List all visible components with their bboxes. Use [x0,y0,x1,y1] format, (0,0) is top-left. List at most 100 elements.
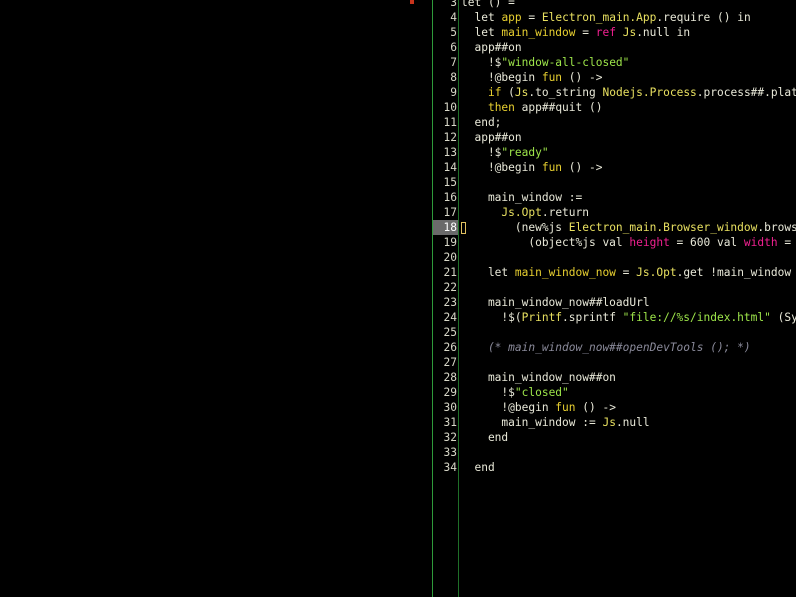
code-text[interactable]: main_window := [458,190,582,205]
code-token: Printf [521,311,563,324]
code-token: = 600 val [669,236,744,249]
code-text[interactable]: !@begin fun () -> [458,160,603,175]
code-token: Electron_main.Browser_window [568,221,758,234]
code-line[interactable]: 14 !@begin fun () -> [433,160,796,175]
code-text[interactable]: Js.Opt.return [458,205,589,220]
code-line[interactable]: 28 main_window_now##on [433,370,796,385]
line-number: 3 [450,0,457,9]
code-line[interactable]: 27 [433,355,796,370]
code-line[interactable]: 13 !$"ready" [433,145,796,160]
code-token: (object%js val [461,236,630,249]
code-line[interactable]: 8 !@begin fun () -> [433,70,796,85]
code-text[interactable]: (* main_window_now##openDevTools (); *) [458,340,751,355]
code-token: .null [615,416,650,429]
code-line[interactable]: 31 main_window := Js.null [433,415,796,430]
line-number: 20 [443,251,457,264]
code-token: main_window_now##on [461,371,616,384]
code-token: () -> [562,161,603,174]
line-number: 12 [443,131,457,144]
code-line[interactable]: 34 end [433,460,796,475]
line-number: 19 [443,236,457,249]
code-token: end [461,431,509,444]
code-line[interactable]: 18 (new%js Electron_main.Browser_window.… [433,220,796,235]
code-text[interactable]: let main_window_now = Js.Opt.get !main_w… [458,265,791,280]
code-token: let [474,11,495,24]
code-line[interactable]: 30 !@begin fun () -> [433,400,796,415]
code-line[interactable]: 6 app##on [433,40,796,55]
code-line[interactable]: 20 [433,250,796,265]
code-line[interactable]: 16 main_window := [433,190,796,205]
code-line[interactable]: 19 (object%js val height = 600 val width… [433,235,796,250]
code-line[interactable]: 11 end; [433,115,796,130]
code-line[interactable]: 29 !$"closed" [433,385,796,400]
line-number: 24 [443,311,457,324]
code-text[interactable]: !$"closed" [458,385,568,400]
code-line[interactable]: 5 let main_window = ref Js.null in [433,25,796,40]
code-line[interactable]: 7 !$"window-all-closed" [433,55,796,70]
code-line[interactable]: 22 [433,280,796,295]
line-number: 22 [443,281,457,294]
code-token: end; [461,116,502,129]
code-text[interactable]: app##on [458,40,522,55]
code-token: = [528,11,542,24]
code-text[interactable]: !@begin fun () -> [458,70,603,85]
code-text[interactable]: (object%js val height = 600 val width = … [458,235,796,250]
line-number: 5 [450,26,457,39]
code-text[interactable]: then app##quit () [458,100,603,115]
code-line[interactable]: 26 (* main_window_now##openDevTools (); … [433,340,796,355]
code-text[interactable]: main_window := Js.null [458,415,650,430]
code-text[interactable]: app##on [458,130,521,145]
code-line[interactable]: 10 then app##quit () [433,100,796,115]
code-lines[interactable]: 3 let () = 4 let app = Electron_main.App.r… [433,0,796,475]
code-token: fun [541,71,563,84]
code-text[interactable]: !$"ready" [458,145,549,160]
code-line[interactable]: 17 Js.Opt.return [433,205,796,220]
code-text[interactable]: let app = Electron_main.App.require () i… [458,10,751,25]
code-text[interactable]: !@begin fun () -> [458,400,616,415]
code-line[interactable]: 24 !$(Printf.sprintf "file://%s/index.ht… [433,310,796,325]
line-number: 4 [450,11,457,24]
code-line[interactable]: 3 let () = [433,0,796,10]
line-number: 17 [443,206,457,219]
code-line[interactable]: 9 if (Js.to_string Nodejs.Process.proces… [433,85,796,100]
code-line[interactable]: 21 let main_window_now = Js.Opt.get !mai… [433,265,796,280]
code-text[interactable]: end; [458,115,501,130]
code-token: app##on [461,41,522,54]
code-token: end [461,461,495,474]
line-number: 16 [443,191,457,204]
code-line[interactable]: 4 let app = Electron_main.App.require ()… [433,10,796,25]
code-line[interactable]: 12 app##on [433,130,796,145]
line-number: 14 [443,161,457,174]
code-line[interactable]: 25 [433,325,796,340]
code-text[interactable]: !$"window-all-closed" [458,55,629,70]
code-token: () -> [575,401,616,414]
code-token: (Sys.getcwd ())) [777,311,796,324]
line-number: 34 [443,461,457,474]
code-editor-pane[interactable]: 3 let () = 4 let app = Electron_main.App.r… [433,0,796,597]
code-text[interactable]: !$(Printf.sprintf "file://%s/index.html"… [458,310,796,325]
code-line[interactable]: 15 [433,175,796,190]
code-text[interactable]: end [458,430,508,445]
code-text[interactable]: main_window_now##on [458,370,616,385]
code-line[interactable]: 33 [433,445,796,460]
code-line[interactable]: 23 main_window_now##loadUrl [433,295,796,310]
code-text[interactable]: end [458,460,495,475]
code-token: .require () in [656,11,751,24]
code-token: then [487,101,515,114]
code-token: !$ [461,386,515,399]
code-text[interactable]: main_window_now##loadUrl [458,295,650,310]
code-token: Js [514,86,529,99]
code-text[interactable]: let main_window = ref Js.null in [458,25,690,40]
code-token: .sprintf [562,311,623,324]
code-text[interactable]: if (Js.to_string Nodejs.Process.process#… [458,85,796,100]
code-line[interactable]: 32 end [433,430,796,445]
code-token: () -> [562,71,603,84]
code-token: let [461,26,502,39]
code-token: Js.Opt [501,206,542,219]
left-terminal-pane[interactable] [0,0,432,597]
code-text[interactable]: let () = [458,0,515,10]
line-number: 28 [443,371,457,384]
code-text[interactable]: (new%js Electron_main.Browser_window.bro… [458,220,796,235]
